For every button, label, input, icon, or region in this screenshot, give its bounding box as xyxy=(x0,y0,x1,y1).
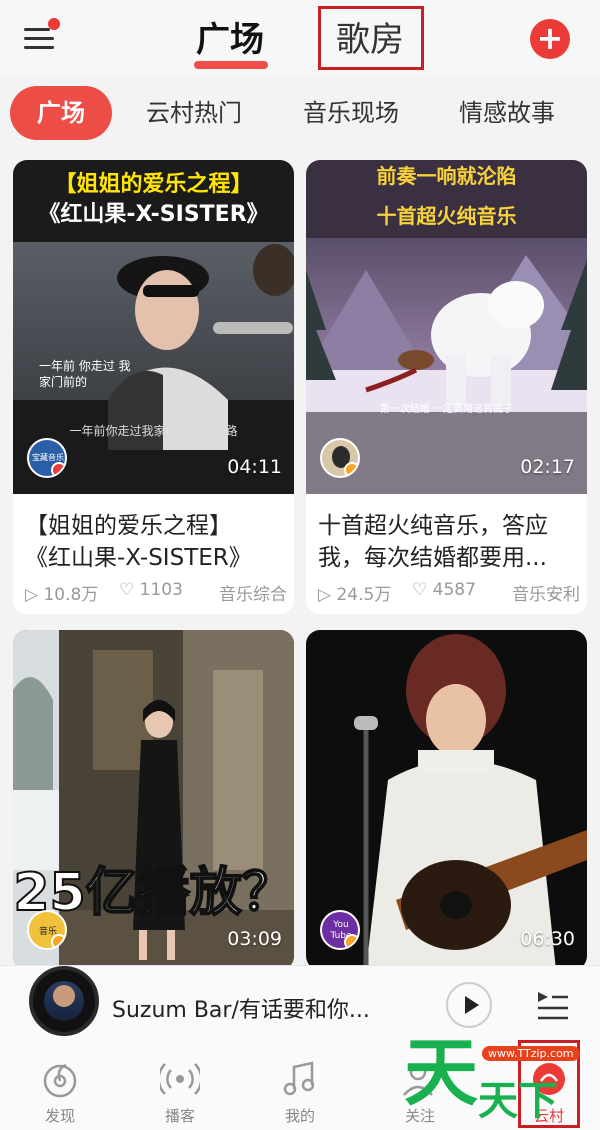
card-title-line2: 我，每次结婚都要用... xyxy=(318,545,547,571)
now-playing-title[interactable]: Suzum Bar/有话要和你... xyxy=(112,992,412,1024)
like-count: ♡ 1103 xyxy=(119,580,183,600)
podcast-icon xyxy=(160,1063,200,1095)
uploader-avatar[interactable]: You Tube xyxy=(320,910,360,950)
nav-mine[interactable]: 我的 xyxy=(260,1055,340,1127)
add-button[interactable]: + xyxy=(530,19,570,59)
card-title: 【姐姐的爱乐之程】 《红山果-X-SISTER》 xyxy=(25,510,287,574)
highlight-box-karaoke-room xyxy=(318,6,424,70)
notification-dot xyxy=(48,18,60,30)
overlay-title-line1: 【姐姐的爱乐之程】 xyxy=(54,172,253,197)
tab-plaza-label: 广场 xyxy=(196,20,264,60)
uploader-avatar[interactable] xyxy=(320,438,360,478)
verified-badge-icon xyxy=(344,462,358,476)
video-duration: 04:11 xyxy=(227,456,282,478)
uploader-avatar[interactable]: 音乐 xyxy=(27,910,67,950)
play-count: ▷ 24.5万 xyxy=(318,585,392,605)
watermark-text: 天下载 xyxy=(478,1077,558,1124)
card-title-line1: 【姐姐的爱乐之程】 xyxy=(25,513,232,539)
category-tab-live[interactable]: 音乐现场 xyxy=(303,86,399,140)
nav-mine-label: 我的 xyxy=(284,1107,315,1125)
card-title-line1: 十首超火纯音乐，答应 xyxy=(318,513,548,539)
video-thumbnail: You Tube 06:30 xyxy=(306,630,587,970)
video-thumbnail: 前奏一响就沦陷 十首超火纯音乐 第一次结婚 一定要用这首曲子 02:17 xyxy=(306,160,587,494)
video-duration: 03:09 xyxy=(227,928,282,950)
nav-discover-label: 发现 xyxy=(44,1107,75,1125)
watermark-logo: 天 xyxy=(404,1030,478,1116)
discover-icon xyxy=(43,1063,77,1098)
top-header: 广场 歌房 + xyxy=(0,0,600,76)
nav-podcast-label: 播客 xyxy=(164,1107,195,1125)
video-thumbnail: 【姐姐的爱乐之程】 《红山果-X-SISTER》 一年前 你走过 我家门前的 一… xyxy=(13,160,294,494)
lyric-overlay: 一年前 你走过 我家门前的 xyxy=(39,359,131,389)
video-duration: 02:17 xyxy=(520,456,575,478)
like-count: ♡ 4587 xyxy=(412,580,476,600)
playlist-icon[interactable] xyxy=(536,988,570,1022)
channel-tag[interactable]: 音乐安利 xyxy=(512,580,580,605)
play-button[interactable] xyxy=(446,982,492,1028)
overlay-title-line2: 十首超火纯音乐 xyxy=(376,204,517,228)
card-meta: 十首超火纯音乐，答应 我，每次结婚都要用... ▷ 24.5万 ♡ 4587 音… xyxy=(306,494,587,614)
card-meta: 【姐姐的爱乐之程】 《红山果-X-SISTER》 ▷ 10.8万 ♡ 1103 … xyxy=(13,494,294,614)
video-card[interactable]: 25亿播放？ 音乐 03:09 xyxy=(13,630,294,970)
overlay-title-line1: 前奏一响就沦陷 xyxy=(376,164,517,188)
category-tab-stories[interactable]: 情感故事 xyxy=(459,86,555,140)
watermark: 天 www.TTzip.com 天下载 xyxy=(404,1028,594,1128)
tab-plaza[interactable]: 广场 xyxy=(194,12,268,69)
verified-badge-icon xyxy=(344,934,358,948)
category-tab-hot[interactable]: 云村热门 xyxy=(146,86,242,140)
watermark-url: www.TTzip.com xyxy=(482,1046,580,1061)
uploader-avatar[interactable]: 宝藏音乐 xyxy=(27,438,67,478)
subtitle-overlay: 一年前你走过我家门前的那条路 xyxy=(69,424,238,438)
video-thumbnail: 25亿播放？ 音乐 03:09 xyxy=(13,630,294,970)
video-card[interactable]: You Tube 06:30 xyxy=(306,630,587,970)
verified-badge-icon xyxy=(51,462,65,476)
category-tab-plaza[interactable]: 广场 xyxy=(10,86,112,140)
tab-active-underline xyxy=(194,61,268,69)
card-title: 十首超火纯音乐，答应 我，每次结婚都要用... xyxy=(318,510,580,574)
overlay-title-line2: 《红山果-X-SISTER》 xyxy=(38,202,269,227)
card-title-line2: 《红山果-X-SISTER》 xyxy=(25,545,252,571)
video-duration: 06:30 xyxy=(520,928,575,950)
play-count: ▷ 10.8万 xyxy=(25,585,99,605)
video-card[interactable]: 【姐姐的爱乐之程】 《红山果-X-SISTER》 一年前 你走过 我家门前的 一… xyxy=(13,160,294,614)
nav-podcast[interactable]: 播客 xyxy=(140,1055,220,1127)
category-tabs: 广场 云村热门 音乐现场 情感故事 xyxy=(0,86,600,142)
album-disc[interactable] xyxy=(29,966,99,1036)
subtitle-overlay: 第一次结婚 一定要用这首曲子 xyxy=(379,404,514,415)
verified-badge-icon xyxy=(51,934,65,948)
video-card[interactable]: 前奏一响就沦陷 十首超火纯音乐 第一次结婚 一定要用这首曲子 02:17 十首超… xyxy=(306,160,587,614)
nav-discover[interactable]: 发现 xyxy=(20,1055,100,1127)
music-note-icon xyxy=(283,1061,315,1096)
channel-tag[interactable]: 音乐综合 xyxy=(219,580,287,605)
menu-icon[interactable] xyxy=(24,18,60,54)
